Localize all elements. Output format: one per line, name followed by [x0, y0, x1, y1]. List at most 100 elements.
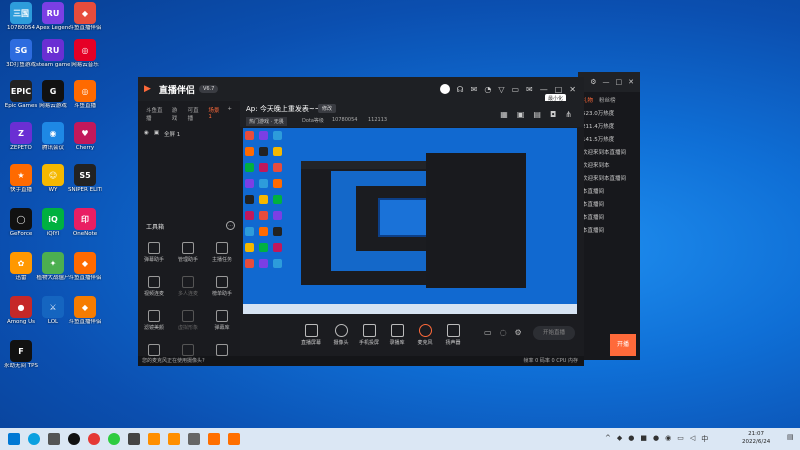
share-icon[interactable]: ⋔: [565, 110, 572, 119]
music-icon[interactable]: [88, 433, 100, 445]
douyu-icon-3[interactable]: [208, 433, 220, 445]
desktop-icon[interactable]: Z ZEPETO: [4, 122, 38, 151]
desktop-icon[interactable]: ◆ 斗鱼直播伴侣: [68, 2, 102, 31]
desktop-icon[interactable]: ◆ 斗鱼直播伴侣: [68, 296, 102, 325]
scene-row[interactable]: ◉ ▣ 全屏 1: [138, 127, 240, 141]
tray-app-icon-5[interactable]: ◉: [665, 434, 671, 444]
minimize-icon[interactable]: —: [540, 85, 548, 94]
avatar[interactable]: [439, 84, 450, 94]
desktop-icon[interactable]: RU steam game: [36, 39, 70, 68]
desktop-icon[interactable]: EPIC Epic Games: [4, 80, 38, 109]
maximize-icon[interactable]: □: [555, 85, 563, 94]
desktop-icon[interactable]: 印 OneNote: [68, 208, 102, 237]
gear-icon[interactable]: ⚙: [515, 328, 522, 337]
tool-button[interactable]: 主播任务: [208, 242, 236, 263]
desktop-icon[interactable]: ◆ 斗鱼直播伴侣: [68, 252, 102, 281]
camera-button[interactable]: 摄像头: [328, 324, 354, 346]
desktop-icon[interactable]: 三国 10780054: [4, 2, 38, 31]
more-icon[interactable]: …: [226, 221, 235, 230]
tool-button[interactable]: 视频连麦: [140, 276, 168, 297]
desktop-icon[interactable]: ◎ 网易云音乐: [68, 39, 102, 68]
desktop-icon[interactable]: RUApex Legends: [36, 2, 70, 31]
desktop-icon[interactable]: SG 3D打鱼游戏: [4, 39, 38, 68]
desktop-icon[interactable]: ◎ 斗鱼直播: [68, 80, 102, 109]
record-icon[interactable]: ▭: [484, 328, 492, 337]
wechat-icon[interactable]: [108, 433, 120, 445]
left-tab-1[interactable]: 游戏: [172, 106, 182, 122]
desktop-icon[interactable]: S5SNIPER ELITE 5: [68, 164, 102, 193]
app-icon[interactable]: [128, 433, 140, 445]
phone-cast-button[interactable]: 手机投屏: [356, 324, 382, 346]
settings-icon[interactable]: ⚙: [590, 78, 596, 86]
windows-start-icon[interactable]: [8, 433, 20, 445]
start-live-button[interactable]: 开始直播: [533, 326, 575, 340]
tray-app-icon-4[interactable]: ●: [653, 434, 659, 444]
lock-icon[interactable]: ▣: [517, 110, 525, 119]
desktop-icon[interactable]: G 网易云游戏: [36, 80, 70, 109]
back-window[interactable]: ⚙ — □ ✕ 礼物 粉丝榜 523.0万热度 211.4万热度 141.5万热度欢…: [578, 72, 640, 360]
grid-icon[interactable]: ▦: [500, 110, 508, 119]
shirt-icon[interactable]: ▽: [498, 85, 504, 94]
eye-icon[interactable]: ◉: [144, 130, 149, 138]
close-icon[interactable]: ✕: [628, 78, 634, 86]
bag-icon[interactable]: ▤: [533, 110, 541, 119]
volume-icon[interactable]: ◁: [690, 434, 695, 444]
desktop-icon[interactable]: ⚔ LOL: [36, 296, 70, 325]
minimize-icon[interactable]: —: [603, 78, 610, 86]
left-tab-0[interactable]: 斗鱼直播: [146, 106, 166, 122]
tray-app-icon-3[interactable]: ■: [640, 434, 647, 444]
rec-dot-icon[interactable]: ◌: [500, 328, 507, 337]
desktop-icon[interactable]: ♥ Cherry: [68, 122, 102, 151]
screen-capture-button[interactable]: 直播屏幕: [298, 324, 324, 346]
qq-icon[interactable]: [68, 433, 80, 445]
desktop-icon[interactable]: ✦ 植物大战僵尸: [36, 252, 70, 281]
douyu-icon-2[interactable]: [168, 433, 180, 445]
tool-button[interactable]: 弹幕库: [208, 310, 236, 331]
tool-button[interactable]: 弹幕助手: [140, 242, 168, 263]
desktop-icon[interactable]: ◯ GeForce: [4, 208, 38, 237]
notification-icon[interactable]: ◔: [484, 85, 491, 94]
edit-title-button[interactable]: 修改: [318, 104, 337, 113]
mail-icon[interactable]: ✉: [526, 85, 533, 94]
tab-fans[interactable]: 粉丝榜: [599, 96, 616, 104]
tool-button[interactable]: 管理助手: [174, 242, 202, 263]
left-tab-2[interactable]: 可直播: [188, 106, 203, 122]
explorer-icon[interactable]: [48, 433, 60, 445]
edge-icon[interactable]: [28, 433, 40, 445]
tool-button[interactable]: 多人连麦: [174, 276, 202, 297]
left-tab-3[interactable]: 场景1: [208, 106, 221, 122]
desktop-icon[interactable]: ✿ 迅雷: [4, 252, 38, 281]
category-badge[interactable]: 热门游戏 · 无畏: [246, 117, 287, 126]
ime-icon[interactable]: 中: [701, 434, 708, 444]
tray-up-icon[interactable]: ^: [605, 434, 611, 444]
douyu-icon[interactable]: [148, 433, 160, 445]
desktop-icon[interactable]: ◉ 腾讯会议: [36, 122, 70, 151]
recording-button[interactable]: 录播库: [384, 324, 410, 346]
maximize-icon[interactable]: □: [616, 78, 623, 86]
start-live-button-back[interactable]: 开播: [610, 334, 636, 356]
camera-icon[interactable]: ◘: [550, 110, 556, 119]
tray-app-icon-2[interactable]: ●: [628, 434, 634, 444]
desktop-icon[interactable]: ☺ WY: [36, 164, 70, 193]
desktop-icon[interactable]: ● Among Us: [4, 296, 38, 325]
desktop-icon[interactable]: ★ 快手直播: [4, 164, 38, 193]
notification-center-icon[interactable]: ▤: [787, 433, 794, 441]
message-icon[interactable]: ▭: [511, 85, 519, 94]
tool-button[interactable]: 虚拟形象: [174, 310, 202, 331]
gift-icon[interactable]: ✉: [471, 85, 478, 94]
tool-button[interactable]: 榜单助手: [208, 276, 236, 297]
lock-icon[interactable]: ▣: [154, 130, 159, 138]
tool-button[interactable]: 滤镜美颜: [140, 310, 168, 331]
tray-app-icon[interactable]: ◆: [617, 434, 622, 444]
close-icon[interactable]: ✕: [569, 85, 576, 94]
desktop-icon[interactable]: F 永劫无间 TPS: [4, 340, 38, 369]
stream-preview[interactable]: [243, 128, 577, 314]
network-icon[interactable]: ▭: [677, 434, 684, 444]
game-icon[interactable]: [188, 433, 200, 445]
headset-icon[interactable]: ☊: [457, 85, 464, 94]
speaker-button[interactable]: 扬声器: [440, 324, 466, 346]
douyu-icon-4[interactable]: [228, 433, 240, 445]
desktop-icon[interactable]: iQ iQIYI: [36, 208, 70, 237]
clock[interactable]: 21:07 2022/6/24: [742, 430, 770, 446]
microphone-button[interactable]: 麦克风: [412, 324, 438, 346]
